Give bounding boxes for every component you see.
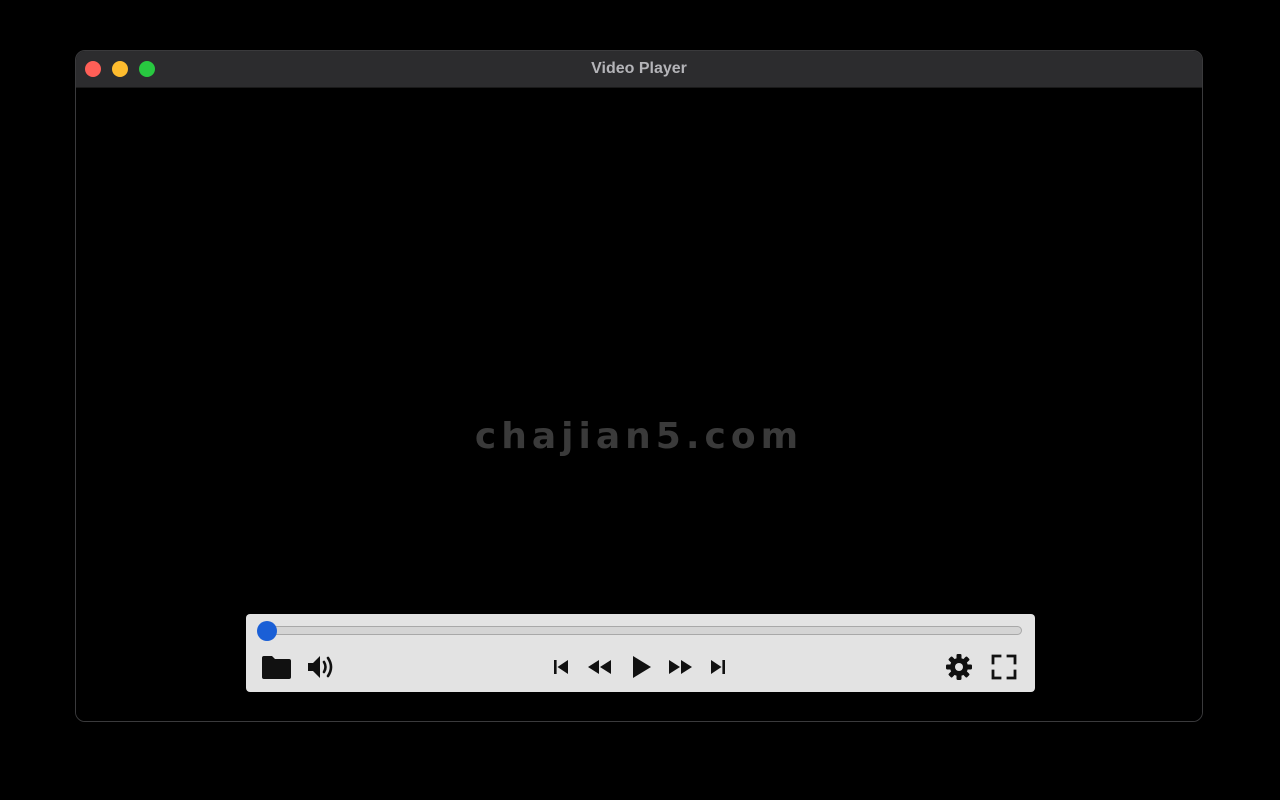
volume-button[interactable] [305, 651, 337, 683]
rewind-icon [588, 660, 611, 674]
fullscreen-button[interactable] [989, 651, 1019, 683]
play-icon [633, 656, 651, 678]
open-file-button[interactable] [259, 651, 293, 683]
fast-forward-icon [669, 660, 692, 674]
fast-forward-button[interactable] [666, 651, 696, 683]
rewind-button[interactable] [584, 651, 614, 683]
video-player-window: Video Player chajian5.com [75, 50, 1203, 722]
play-button[interactable] [628, 651, 654, 683]
next-track-button[interactable] [706, 651, 730, 683]
folder-icon [261, 656, 291, 679]
fullscreen-icon [991, 654, 1017, 680]
title-bar: Video Player [76, 51, 1202, 88]
progress-thumb[interactable] [257, 621, 277, 641]
window-title: Video Player [591, 60, 687, 77]
player-control-bar [246, 614, 1035, 692]
progress-slider[interactable] [257, 621, 1022, 641]
skip-previous-icon [554, 660, 568, 674]
speaker-icon [308, 656, 333, 678]
settings-button[interactable] [943, 651, 975, 683]
watermark-text: chajian5.com [474, 416, 804, 457]
skip-next-icon [711, 660, 725, 674]
previous-track-button[interactable] [549, 651, 573, 683]
gear-icon [946, 654, 972, 680]
